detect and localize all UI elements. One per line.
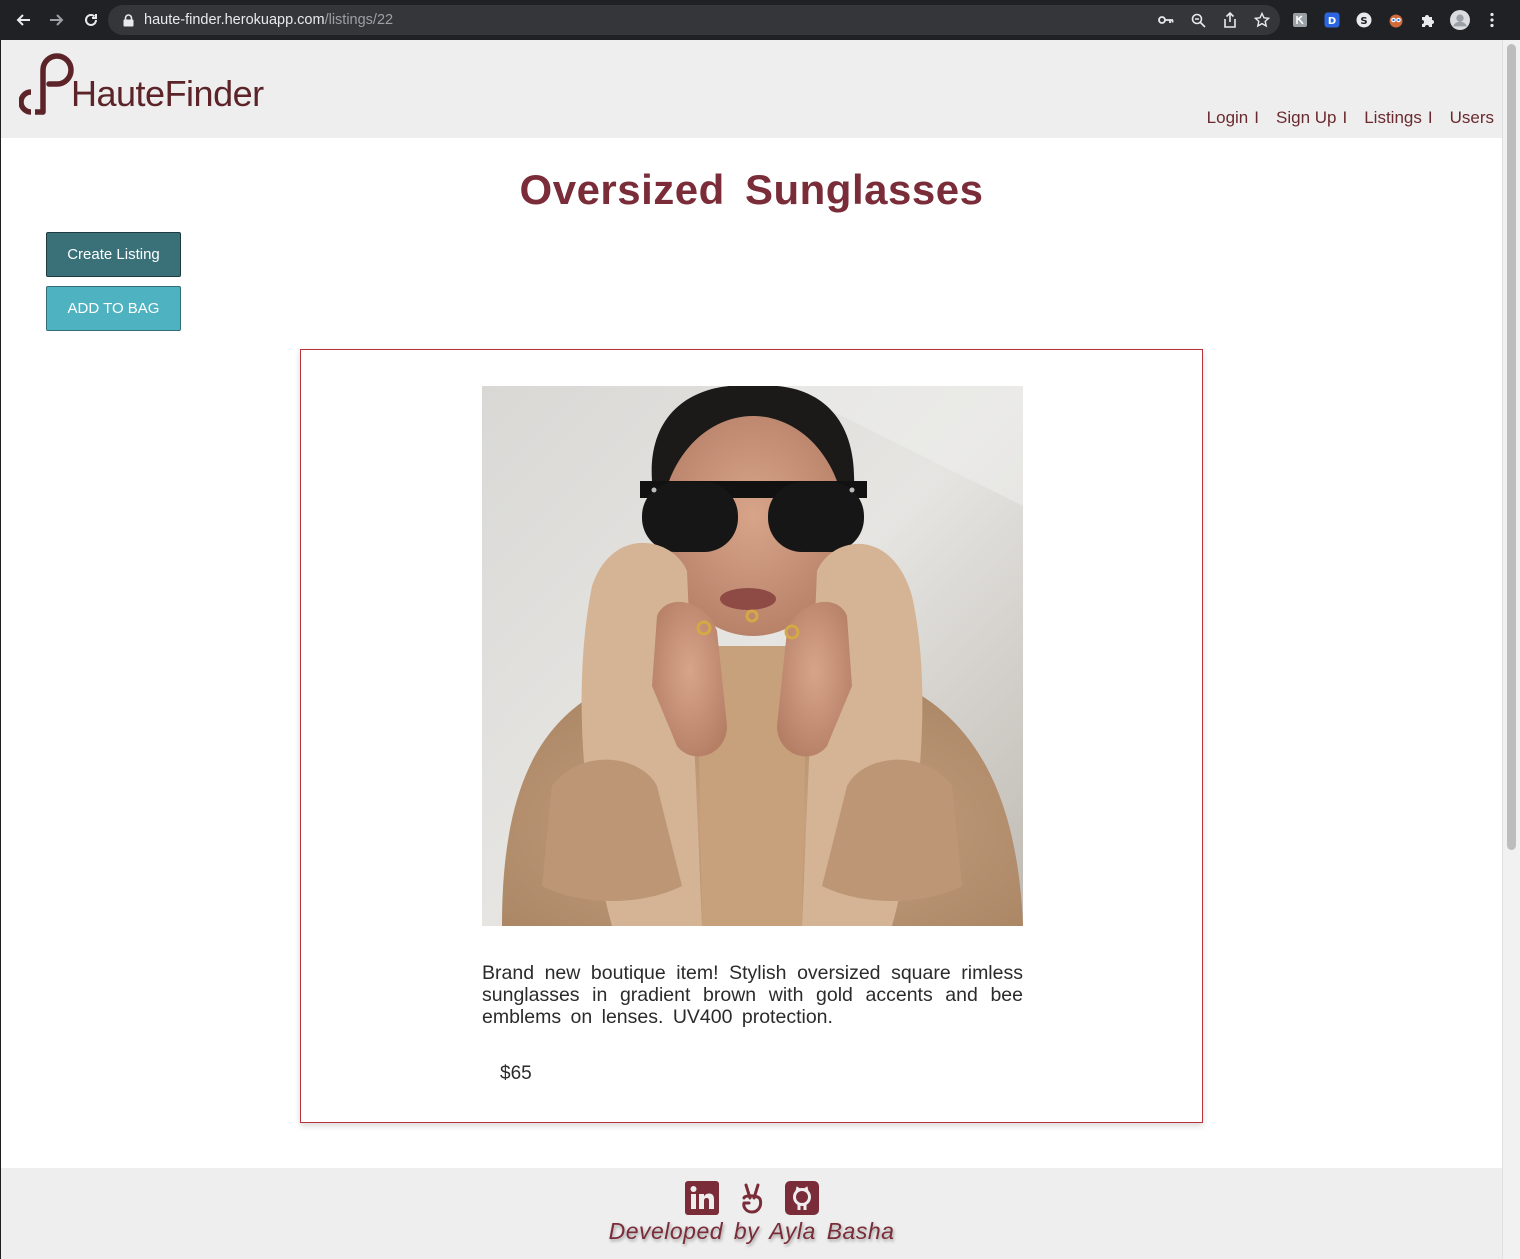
extension-owl-icon[interactable]: [1386, 10, 1406, 30]
page-viewport: HauteFinder Login I Sign Up I Listings I…: [1, 40, 1502, 1259]
brand-logo[interactable]: HauteFinder: [19, 50, 264, 116]
footer-credit: Developed by Ayla Basha: [608, 1218, 895, 1244]
share-icon[interactable]: [1220, 10, 1240, 30]
listing-title: Oversized Sunglasses: [519, 166, 984, 213]
top-nav: Login I Sign Up I Listings I Users: [1207, 108, 1494, 128]
menu-dots-icon[interactable]: [1482, 10, 1502, 30]
nav-listings-link[interactable]: Listings: [1364, 108, 1422, 128]
url-path: /listings/22: [324, 12, 394, 28]
nav-login-link[interactable]: Login: [1207, 108, 1249, 128]
nav-separator: I: [1254, 108, 1259, 127]
address-bar[interactable]: haute-finder.herokuapp.com/listings/22: [108, 5, 1280, 35]
create-listing-button[interactable]: Create Listing: [46, 232, 181, 277]
forward-arrow-icon[interactable]: [41, 4, 73, 36]
nav-signup-link[interactable]: Sign Up: [1276, 108, 1336, 128]
svg-text:D: D: [1328, 16, 1336, 27]
linkedin-icon[interactable]: [685, 1181, 719, 1215]
url-text[interactable]: haute-finder.herokuapp.com/listings/22: [144, 12, 393, 28]
listing-card: Brand new boutique item! Stylish oversiz…: [300, 349, 1203, 1123]
bookmark-star-icon[interactable]: [1252, 10, 1272, 30]
nav-separator: I: [1427, 108, 1433, 127]
nav-users-link[interactable]: Users: [1450, 108, 1494, 128]
vertical-scrollbar[interactable]: [1502, 40, 1520, 1259]
social-links: [685, 1181, 819, 1215]
logo-mark-icon: [19, 53, 74, 115]
listing-photo: [482, 386, 1023, 926]
key-icon[interactable]: [1156, 10, 1176, 30]
add-to-bag-button[interactable]: ADD TO BAG: [46, 286, 181, 331]
extension-s-icon[interactable]: S: [1354, 10, 1374, 30]
scrollbar-thumb[interactable]: [1507, 44, 1516, 850]
angellist-icon[interactable]: [735, 1181, 769, 1215]
url-host: haute-finder.herokuapp.com: [144, 12, 325, 28]
profile-avatar-icon[interactable]: [1450, 10, 1470, 30]
brand-name: HauteFinder: [71, 73, 264, 114]
listing-price: $65: [500, 1063, 532, 1084]
zoom-icon[interactable]: [1188, 10, 1208, 30]
site-footer: Developed by Ayla Basha: [1, 1168, 1502, 1259]
github-icon[interactable]: [785, 1181, 819, 1215]
site-header: HauteFinder Login I Sign Up I Listings I…: [1, 40, 1502, 138]
listing-description: Brand new boutique item! Stylish oversiz…: [482, 962, 1023, 1028]
svg-text:S: S: [1360, 16, 1367, 27]
extension-gray-icon[interactable]: [1290, 10, 1310, 30]
nav-separator: I: [1342, 108, 1348, 127]
puzzle-icon[interactable]: [1418, 10, 1438, 30]
browser-toolbar: haute-finder.herokuapp.com/listings/22 D…: [0, 0, 1520, 40]
listing-photo-illustration: [482, 386, 1023, 926]
reload-icon[interactable]: [75, 4, 107, 36]
extension-d-icon[interactable]: D: [1322, 10, 1342, 30]
back-arrow-icon[interactable]: [7, 4, 39, 36]
lock-icon[interactable]: [121, 13, 135, 27]
